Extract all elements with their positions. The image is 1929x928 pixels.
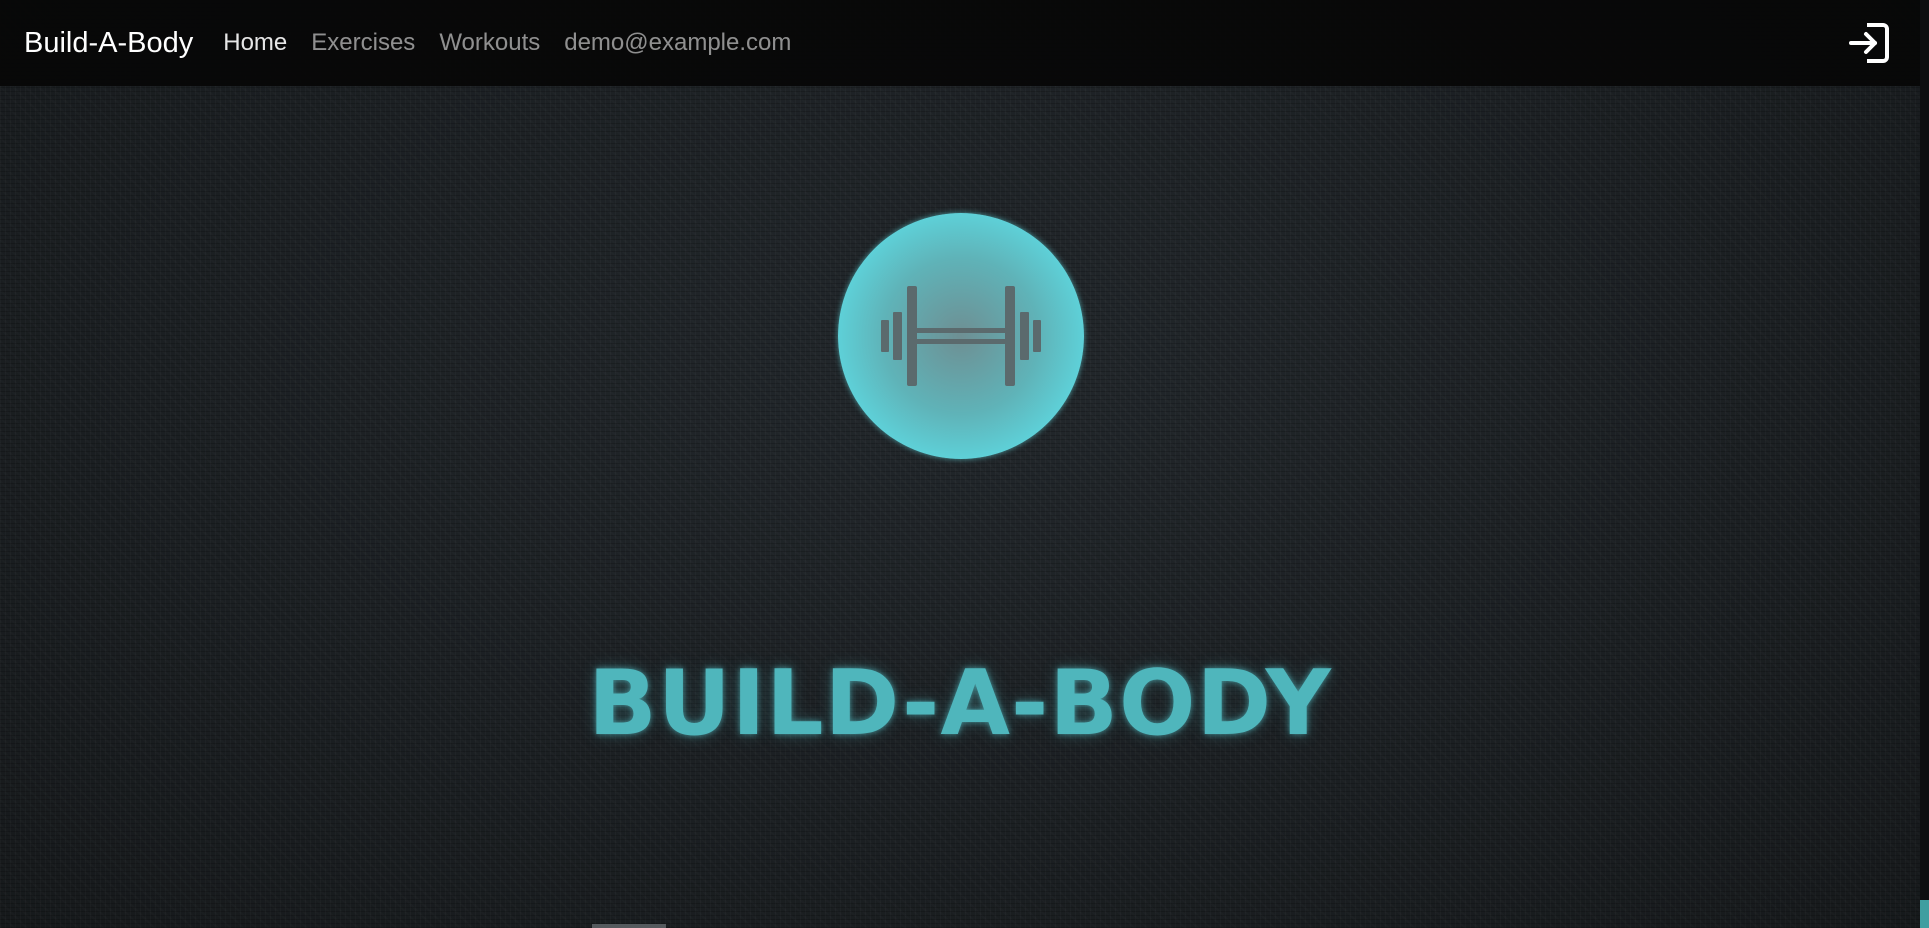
scrollbar-thumb[interactable] — [1920, 900, 1929, 928]
nav-links: Home Exercises Workouts demo@example.com — [211, 29, 803, 57]
brand-link[interactable]: Build-A-Body — [24, 27, 193, 60]
nav-link-exercises[interactable]: Exercises — [299, 29, 427, 57]
user-email: demo@example.com — [564, 29, 792, 56]
nav-link-home[interactable]: Home — [211, 29, 299, 57]
logo-badge — [838, 213, 1084, 459]
hero-title: BUILD-A-BODY — [588, 651, 1332, 757]
bottom-scroll-indicator — [592, 924, 666, 928]
dumbbell-icon — [881, 286, 1041, 386]
nav-link-workouts[interactable]: Workouts — [427, 29, 552, 57]
top-navbar: Build-A-Body Home Exercises Workouts dem… — [0, 0, 1920, 86]
logout-button[interactable] — [1846, 20, 1892, 66]
hero-section: BUILD-A-BODY — [0, 86, 1920, 928]
scrollbar-track[interactable] — [1920, 0, 1929, 928]
logout-icon — [1849, 23, 1889, 63]
